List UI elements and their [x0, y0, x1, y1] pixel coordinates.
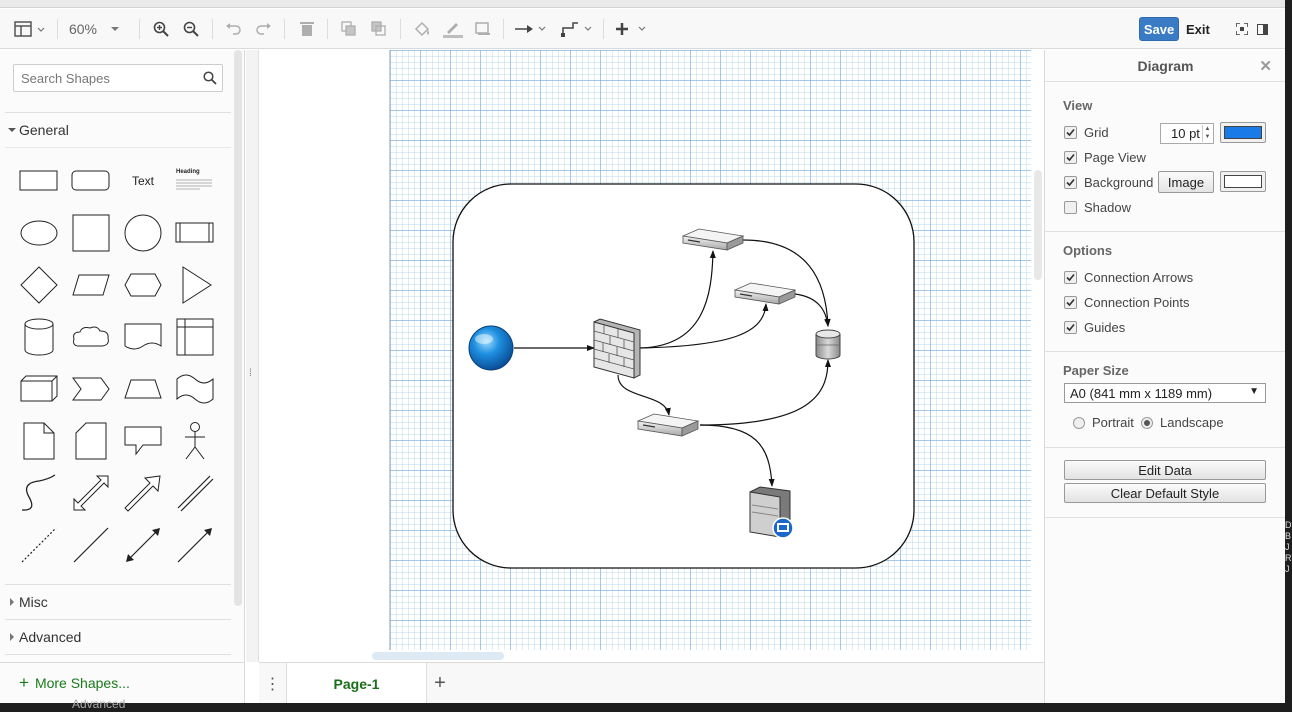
connection-arrows-label: Connection Arrows	[1084, 270, 1194, 285]
firewall-icon[interactable]	[593, 318, 641, 379]
guides-checkbox[interactable]	[1064, 321, 1077, 334]
app-window: 60% Save Exit Search Shapes General Text…	[0, 0, 1285, 703]
landscape-option[interactable]: Landscape	[1141, 415, 1224, 430]
background-image-button[interactable]: Image	[1158, 171, 1214, 193]
page-tab-bar: ⋮ Page-1 +	[259, 662, 1044, 703]
more-shapes-label: More Shapes...	[34, 675, 130, 691]
grid-size-spinner[interactable]: ▲ ▼	[1202, 125, 1212, 142]
more-vertical-icon: ⋮	[264, 675, 281, 693]
web-server-icon[interactable]	[749, 486, 794, 539]
paper-size-value: A0 (841 mm x 1189 mm)	[1070, 385, 1213, 401]
background-checkbox[interactable]	[1064, 176, 1077, 189]
plus-icon: +	[19, 673, 29, 692]
background-color-swatch	[1224, 175, 1262, 188]
shadow-option[interactable]: Shadow	[1064, 200, 1131, 215]
fullscreen-button[interactable]	[1233, 9, 1251, 49]
connection-points-option[interactable]: Connection Points	[1064, 295, 1190, 310]
options-section: Options Connection Arrows Connection Poi…	[1045, 232, 1285, 352]
portrait-label: Portrait	[1092, 415, 1134, 430]
edit-data-button[interactable]: Edit Data	[1064, 460, 1266, 480]
background-option[interactable]: Background	[1064, 175, 1153, 190]
canvas-horizontal-scrollbar[interactable]	[372, 652, 504, 660]
fullscreen-icon	[1236, 23, 1248, 35]
paper-size-select[interactable]: A0 (841 mm x 1189 mm) ▼	[1064, 383, 1266, 403]
chevron-down-icon: ▼	[1249, 386, 1259, 397]
page-view-label: Page View	[1084, 150, 1146, 165]
plus-icon: +	[434, 672, 446, 694]
format-panel: Diagram ✕ View Grid 10 pt ▲ ▼ Page View B…	[1044, 50, 1285, 703]
canvas-vertical-scrollbar[interactable]	[1034, 170, 1042, 280]
grid-checkbox[interactable]	[1064, 126, 1077, 139]
clear-default-style-button[interactable]: Clear Default Style	[1064, 483, 1266, 503]
landscape-label: Landscape	[1160, 415, 1224, 430]
options-title: Options	[1063, 243, 1113, 258]
view-section: View Grid 10 pt ▲ ▼ Page View Background …	[1045, 83, 1285, 232]
page-view-option[interactable]: Page View	[1064, 150, 1146, 165]
shadow-label: Shadow	[1084, 200, 1131, 215]
grid-color-button[interactable]	[1220, 122, 1266, 143]
exit-button[interactable]: Exit	[1186, 17, 1214, 41]
portrait-option[interactable]: Portrait	[1073, 415, 1134, 430]
diagram-drawing	[452, 183, 915, 569]
background-label: Background	[1084, 175, 1154, 190]
format-panel-header: Diagram ✕	[1045, 50, 1285, 82]
save-button[interactable]: Save	[1139, 17, 1179, 41]
grid-size-input[interactable]: 10 pt ▲ ▼	[1160, 123, 1214, 144]
grid-size-value: 10 pt	[1171, 126, 1200, 141]
background-window-edge: DBJRJ	[1285, 520, 1292, 574]
grid-label: Grid	[1084, 125, 1109, 140]
background-window-text: Advanced	[72, 697, 126, 711]
globe-icon[interactable]	[468, 325, 514, 371]
view-title: View	[1063, 98, 1093, 113]
guides-option[interactable]: Guides	[1064, 320, 1125, 335]
connection-arrows-option[interactable]: Connection Arrows	[1064, 270, 1193, 285]
guides-label: Guides	[1084, 320, 1126, 335]
format-panel-toggle[interactable]	[1254, 9, 1270, 49]
tab-page-1[interactable]: Page-1	[287, 663, 427, 703]
background-color-button[interactable]	[1220, 171, 1266, 192]
shadow-checkbox[interactable]	[1064, 201, 1077, 214]
close-icon[interactable]: ✕	[1259, 57, 1272, 75]
connection-arrows-checkbox[interactable]	[1064, 271, 1077, 284]
grid-color-swatch	[1224, 126, 1262, 139]
connection-points-checkbox[interactable]	[1064, 296, 1077, 309]
database-icon[interactable]	[815, 329, 841, 360]
pages-menu-button[interactable]: ⋮	[259, 663, 287, 703]
portrait-radio[interactable]	[1073, 416, 1085, 429]
panel-icon	[1256, 23, 1268, 35]
landscape-radio[interactable]	[1141, 416, 1153, 429]
connection-points-label: Connection Points	[1084, 295, 1190, 310]
grid-option[interactable]: Grid	[1064, 125, 1109, 140]
page-view-checkbox[interactable]	[1064, 151, 1077, 164]
paper-size-title: Paper Size	[1063, 363, 1129, 378]
add-page-button[interactable]: +	[427, 663, 453, 703]
format-panel-title: Diagram	[1137, 57, 1194, 74]
